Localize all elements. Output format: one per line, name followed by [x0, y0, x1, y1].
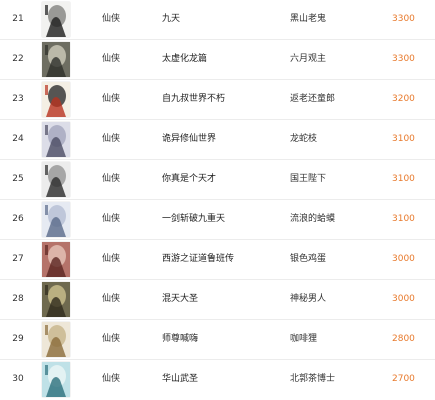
book-title-link[interactable]: 太虚化龙篇 [162, 40, 207, 79]
author-link[interactable]: 黑山老鬼 [290, 0, 326, 39]
author-link[interactable]: 国王陛下 [290, 160, 326, 199]
book-cover[interactable] [42, 282, 70, 317]
score-value: 2700 [392, 374, 415, 384]
book-title-link[interactable]: 自九叔世界不朽 [162, 80, 225, 119]
author-link[interactable]: 龙蛇枝 [290, 120, 317, 159]
genre-label: 仙侠 [102, 254, 121, 264]
book-title-link[interactable]: 你真是个天才 [162, 160, 216, 199]
book-title-link[interactable]: 九天 [162, 0, 180, 39]
book-title-link[interactable]: 师尊喊嗨 [162, 320, 198, 359]
score-value: 3300 [392, 14, 415, 24]
table-row[interactable]: 30 仙侠 华山武圣 北郭茶博士 2700 [0, 360, 435, 400]
genre-label: 仙侠 [102, 374, 121, 384]
author-link[interactable]: 六月观主 [290, 40, 326, 79]
book-title-link[interactable]: 西游之证道鲁班传 [162, 240, 234, 279]
book-title-link[interactable]: 一剑斩破九重天 [162, 200, 225, 239]
rank-number: 26 [12, 214, 24, 224]
genre-label: 仙侠 [102, 134, 121, 144]
score-value: 3100 [392, 214, 415, 224]
book-cover[interactable] [42, 122, 70, 157]
table-row[interactable]: 29 仙侠 师尊喊嗨 咖啡狸 2800 [0, 320, 435, 360]
author-link[interactable]: 银色鸡蛋 [290, 240, 326, 279]
rank-number: 21 [12, 14, 24, 24]
cover-art [42, 82, 70, 117]
genre-label: 仙侠 [102, 294, 121, 304]
cover-art [42, 362, 70, 397]
book-cover[interactable] [42, 322, 70, 357]
author-link[interactable]: 流浪的蛤蟆 [290, 200, 335, 239]
table-row[interactable]: 25 仙侠 你真是个天才 国王陛下 3100 [0, 160, 435, 200]
score-value: 3100 [392, 134, 415, 144]
rank-number: 28 [12, 294, 24, 304]
book-cover[interactable] [42, 82, 70, 117]
book-cover[interactable] [42, 202, 70, 237]
book-cover[interactable] [42, 162, 70, 197]
cover-art [42, 122, 70, 157]
book-cover[interactable] [42, 42, 70, 77]
score-value: 3200 [392, 94, 415, 104]
genre-label: 仙侠 [102, 14, 121, 24]
table-row[interactable]: 22 仙侠 太虚化龙篇 六月观主 3300 [0, 40, 435, 80]
rank-number: 30 [12, 374, 24, 384]
genre-label: 仙侠 [102, 214, 121, 224]
cover-art [42, 2, 70, 37]
cover-art [42, 282, 70, 317]
rank-number: 25 [12, 174, 24, 184]
ranking-list: 21 仙侠 九天 黑山老鬼 3300 22 仙侠 太虚化龙篇 六月观主 3300… [0, 0, 435, 400]
cover-art [42, 242, 70, 277]
table-row[interactable]: 23 仙侠 自九叔世界不朽 返老还童郎 3200 [0, 80, 435, 120]
score-value: 3300 [392, 54, 415, 64]
rank-number: 27 [12, 254, 24, 264]
author-link[interactable]: 返老还童郎 [290, 80, 335, 119]
table-row[interactable]: 27 仙侠 西游之证道鲁班传 银色鸡蛋 3000 [0, 240, 435, 280]
rank-number: 22 [12, 54, 24, 64]
score-value: 3000 [392, 254, 415, 264]
rank-number: 23 [12, 94, 24, 104]
cover-art [42, 42, 70, 77]
book-cover[interactable] [42, 362, 70, 397]
book-title-link[interactable]: 混天大圣 [162, 280, 198, 319]
cover-art [42, 202, 70, 237]
genre-label: 仙侠 [102, 54, 121, 64]
genre-label: 仙侠 [102, 94, 121, 104]
rank-number: 24 [12, 134, 24, 144]
rank-number: 29 [12, 334, 24, 344]
book-title-link[interactable]: 诡异修仙世界 [162, 120, 216, 159]
score-value: 3100 [392, 174, 415, 184]
table-row[interactable]: 24 仙侠 诡异修仙世界 龙蛇枝 3100 [0, 120, 435, 160]
table-row[interactable]: 28 仙侠 混天大圣 神秘男人 3000 [0, 280, 435, 320]
table-row[interactable]: 26 仙侠 一剑斩破九重天 流浪的蛤蟆 3100 [0, 200, 435, 240]
genre-label: 仙侠 [102, 174, 121, 184]
book-cover[interactable] [42, 2, 70, 37]
table-row[interactable]: 21 仙侠 九天 黑山老鬼 3300 [0, 0, 435, 40]
author-link[interactable]: 北郭茶博士 [290, 360, 335, 399]
cover-art [42, 322, 70, 357]
book-cover[interactable] [42, 242, 70, 277]
author-link[interactable]: 神秘男人 [290, 280, 326, 319]
genre-label: 仙侠 [102, 334, 121, 344]
score-value: 2800 [392, 334, 415, 344]
book-title-link[interactable]: 华山武圣 [162, 360, 198, 399]
cover-art [42, 162, 70, 197]
author-link[interactable]: 咖啡狸 [290, 320, 317, 359]
score-value: 3000 [392, 294, 415, 304]
